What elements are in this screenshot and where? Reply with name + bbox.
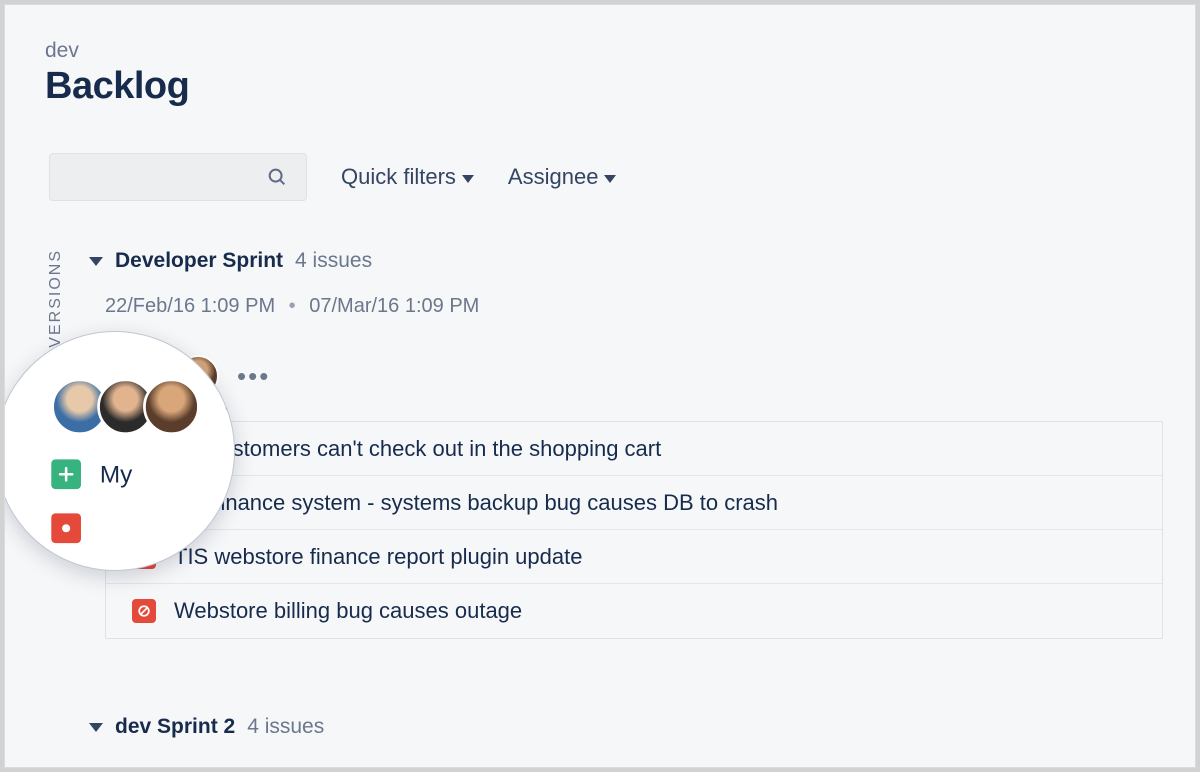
- sprint-name[interactable]: dev Sprint 2: [115, 715, 235, 739]
- sprint-name[interactable]: Developer Sprint: [115, 249, 283, 273]
- sprint-issue-count: 4 issues: [295, 249, 372, 273]
- issue-row[interactable]: Webstore billing bug causes outage: [106, 584, 1162, 638]
- issue-summary: TIS webstore finance report plugin updat…: [174, 544, 582, 570]
- assignee-dropdown[interactable]: Assignee: [508, 164, 617, 190]
- blocker-icon: [132, 599, 156, 623]
- issue-row[interactable]: TIS finance system - systems backup bug …: [106, 476, 1162, 530]
- avatar[interactable]: [177, 355, 219, 397]
- task-icon: [132, 545, 156, 569]
- issue-row[interactable]: TIS webstore finance report plugin updat…: [106, 530, 1162, 584]
- bug-icon: [51, 513, 81, 543]
- search-input[interactable]: [49, 153, 307, 201]
- toolbar: Quick filters Assignee: [49, 153, 616, 201]
- sprint-header: dev Sprint 2 4 issues: [89, 715, 324, 739]
- quick-filters-dropdown[interactable]: Quick filters: [341, 164, 474, 190]
- sprint-assignee-avatars: •••: [109, 355, 270, 397]
- story-icon: [132, 437, 156, 461]
- sprint-start-date: 22/Feb/16 1:09 PM: [105, 295, 275, 317]
- issue-summary: Webstore billing bug causes outage: [174, 598, 522, 624]
- issue-row[interactable]: My customers can't check out in the shop…: [106, 422, 1162, 476]
- versions-panel-tab[interactable]: VERSIONS: [47, 249, 65, 348]
- sprint-collapse-toggle[interactable]: [89, 723, 103, 732]
- issue-summary: My customers can't check out in the shop…: [174, 436, 661, 462]
- issue-summary: TIS finance system - systems backup bug …: [174, 490, 778, 516]
- story-icon: [51, 459, 81, 489]
- epics-panel-tab[interactable]: EPICS: [47, 399, 65, 457]
- dot-separator: •: [289, 295, 296, 317]
- chevron-down-icon: [462, 175, 474, 183]
- issue-list: My customers can't check out in the shop…: [105, 421, 1163, 639]
- app-frame: dev Backlog Quick filters Assignee VERSI…: [4, 4, 1196, 768]
- sprint-end-date: 07/Mar/16 1:09 PM: [309, 295, 479, 317]
- search-icon: [266, 166, 288, 188]
- sprint-header: Developer Sprint 4 issues 22/Feb/16 1:09…: [89, 249, 1163, 318]
- page-title: Backlog: [45, 65, 189, 108]
- bug-icon: [132, 491, 156, 515]
- breadcrumb[interactable]: dev: [45, 39, 79, 63]
- sprint-dates: 22/Feb/16 1:09 PM • 07/Mar/16 1:09 PM: [105, 295, 1163, 318]
- assignee-label: Assignee: [508, 164, 599, 190]
- sprint-collapse-toggle[interactable]: [89, 257, 103, 266]
- sprint-more-actions[interactable]: •••: [237, 361, 270, 392]
- quick-filters-label: Quick filters: [341, 164, 456, 190]
- sprint-issue-count: 4 issues: [247, 715, 324, 739]
- chevron-down-icon: [604, 175, 616, 183]
